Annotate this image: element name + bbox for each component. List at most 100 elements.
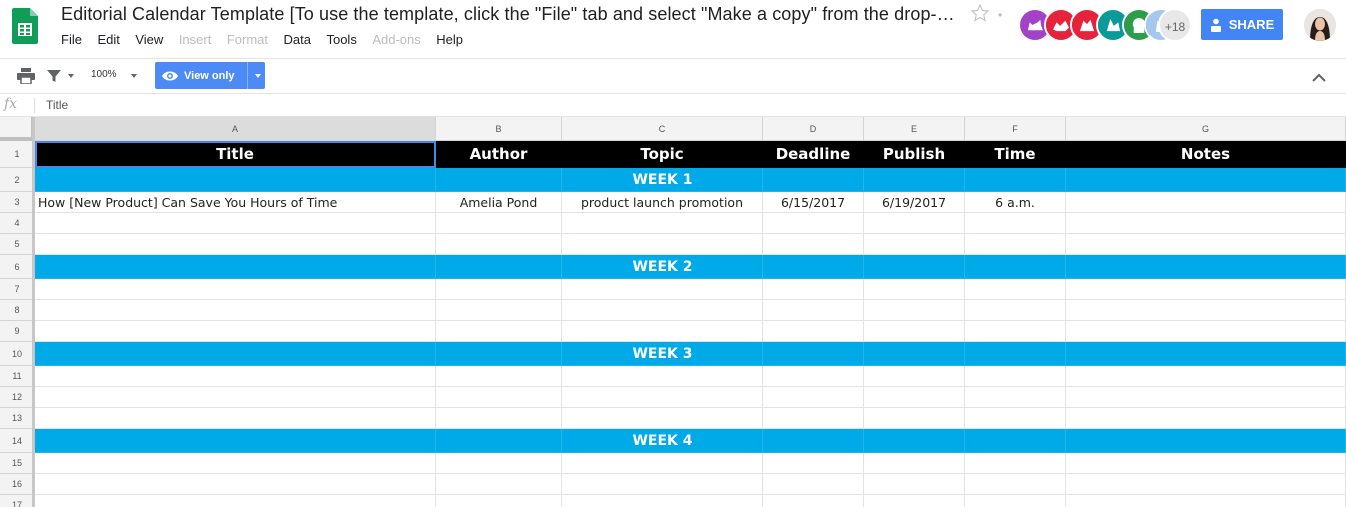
grid-cell[interactable] — [1066, 213, 1346, 234]
column-header-g[interactable]: G — [1066, 117, 1346, 141]
row-header-11[interactable]: 11 — [0, 366, 35, 387]
grid-cell[interactable] — [763, 321, 864, 342]
sheets-logo-icon[interactable] — [12, 8, 38, 44]
grid-cell[interactable] — [864, 408, 965, 429]
row-header-13[interactable]: 13 — [0, 408, 35, 429]
grid-cell[interactable] — [35, 366, 436, 387]
star-icon[interactable] — [970, 3, 990, 23]
week-band-cell[interactable] — [763, 168, 864, 192]
grid-cell[interactable] — [965, 366, 1066, 387]
grid-cell[interactable] — [763, 213, 864, 234]
grid-cell[interactable] — [35, 387, 436, 408]
grid-cell[interactable] — [436, 234, 562, 255]
column-title-time[interactable]: Time — [965, 141, 1066, 168]
grid-cell[interactable] — [562, 213, 763, 234]
filter-dropdown-chevron-down-icon[interactable] — [68, 74, 74, 78]
grid-cell[interactable] — [965, 387, 1066, 408]
column-header-e[interactable]: E — [864, 117, 965, 141]
week-band-cell[interactable] — [436, 168, 562, 192]
select-all-corner[interactable] — [0, 117, 35, 141]
week-band-cell[interactable] — [864, 168, 965, 192]
column-header-a[interactable]: A — [35, 117, 436, 141]
week-band-cell[interactable] — [965, 255, 1066, 279]
row-header-8[interactable]: 8 — [0, 300, 35, 321]
grid-cell[interactable] — [562, 474, 763, 495]
filter-icon[interactable] — [46, 68, 62, 84]
week-band-cell[interactable] — [35, 255, 436, 279]
grid-cell[interactable] — [763, 495, 864, 507]
grid-cell[interactable] — [35, 234, 436, 255]
week-band-cell[interactable] — [35, 342, 436, 366]
grid-cell[interactable] — [864, 279, 965, 300]
grid-cell[interactable] — [1066, 474, 1346, 495]
week-band-cell[interactable] — [35, 168, 436, 192]
column-header-b[interactable]: B — [436, 117, 562, 141]
week-band-cell[interactable] — [965, 168, 1066, 192]
entry-topic-cell[interactable]: product launch promotion — [562, 192, 763, 213]
menu-help[interactable]: Help — [436, 31, 463, 49]
grid-cell[interactable] — [864, 234, 965, 255]
view-only-mode-button[interactable]: View only — [155, 62, 265, 89]
grid-cell[interactable] — [763, 300, 864, 321]
column-title-deadline[interactable]: Deadline — [763, 141, 864, 168]
grid-cell[interactable] — [763, 408, 864, 429]
grid-cell[interactable] — [562, 279, 763, 300]
grid-cell[interactable] — [965, 234, 1066, 255]
zoom-select[interactable]: 100% — [91, 69, 117, 80]
grid-cell[interactable] — [763, 387, 864, 408]
grid-cell[interactable] — [1066, 321, 1346, 342]
grid-cell[interactable] — [562, 366, 763, 387]
grid-cell[interactable] — [864, 387, 965, 408]
grid-cell[interactable] — [763, 279, 864, 300]
week-band-cell[interactable] — [436, 255, 562, 279]
document-title[interactable]: Editorial Calendar Template [To use the … — [61, 4, 955, 25]
grid-cell[interactable] — [35, 474, 436, 495]
week-band-cell[interactable] — [763, 342, 864, 366]
row-header-7[interactable]: 7 — [0, 279, 35, 300]
grid-cell[interactable] — [864, 300, 965, 321]
grid-cell[interactable] — [436, 366, 562, 387]
grid-cell[interactable] — [763, 453, 864, 474]
week-band-cell[interactable] — [1066, 429, 1346, 453]
row-header-1[interactable]: 1 — [0, 141, 35, 168]
grid-cell[interactable] — [35, 213, 436, 234]
grid-cell[interactable] — [864, 495, 965, 507]
grid-cell[interactable] — [965, 279, 1066, 300]
grid-cell[interactable] — [1066, 300, 1346, 321]
grid-cell[interactable] — [562, 495, 763, 507]
column-header-d[interactable]: D — [763, 117, 864, 141]
grid-cell[interactable] — [436, 474, 562, 495]
week-band-cell[interactable] — [864, 342, 965, 366]
grid-cell[interactable] — [35, 408, 436, 429]
grid-cell[interactable] — [864, 213, 965, 234]
grid-cell[interactable] — [436, 213, 562, 234]
grid-cell[interactable] — [35, 279, 436, 300]
grid-cell[interactable] — [864, 474, 965, 495]
grid-cell[interactable] — [436, 495, 562, 507]
row-header-9[interactable]: 9 — [0, 321, 35, 342]
grid-cell[interactable] — [35, 453, 436, 474]
column-header-f[interactable]: F — [965, 117, 1066, 141]
entry-title-cell[interactable]: How [New Product] Can Save You Hours of … — [35, 192, 436, 213]
column-title-author[interactable]: Author — [436, 141, 562, 168]
week-band-cell[interactable] — [965, 429, 1066, 453]
week-band-cell[interactable] — [965, 342, 1066, 366]
menu-view[interactable]: View — [135, 31, 163, 49]
grid-cell[interactable] — [763, 474, 864, 495]
entry-deadline-cell[interactable]: 6/15/2017 — [763, 192, 864, 213]
row-header-14[interactable]: 14 — [0, 429, 35, 453]
chevron-up-icon[interactable] — [1312, 70, 1326, 82]
grid-cell[interactable] — [1066, 495, 1346, 507]
column-title-publish[interactable]: Publish — [864, 141, 965, 168]
week-band-cell[interactable] — [1066, 255, 1346, 279]
grid-cell[interactable] — [1066, 387, 1346, 408]
grid-cell[interactable] — [1066, 279, 1346, 300]
week-band-cell[interactable] — [436, 342, 562, 366]
grid-cell[interactable] — [436, 300, 562, 321]
share-button[interactable]: SHARE — [1201, 9, 1283, 40]
column-title-notes[interactable]: Notes — [1066, 141, 1346, 168]
more-collaborators-badge[interactable]: +18 — [1158, 8, 1192, 42]
grid-cell[interactable] — [1066, 234, 1346, 255]
entry-author-cell[interactable]: Amelia Pond — [436, 192, 562, 213]
row-header-6[interactable]: 6 — [0, 255, 35, 279]
